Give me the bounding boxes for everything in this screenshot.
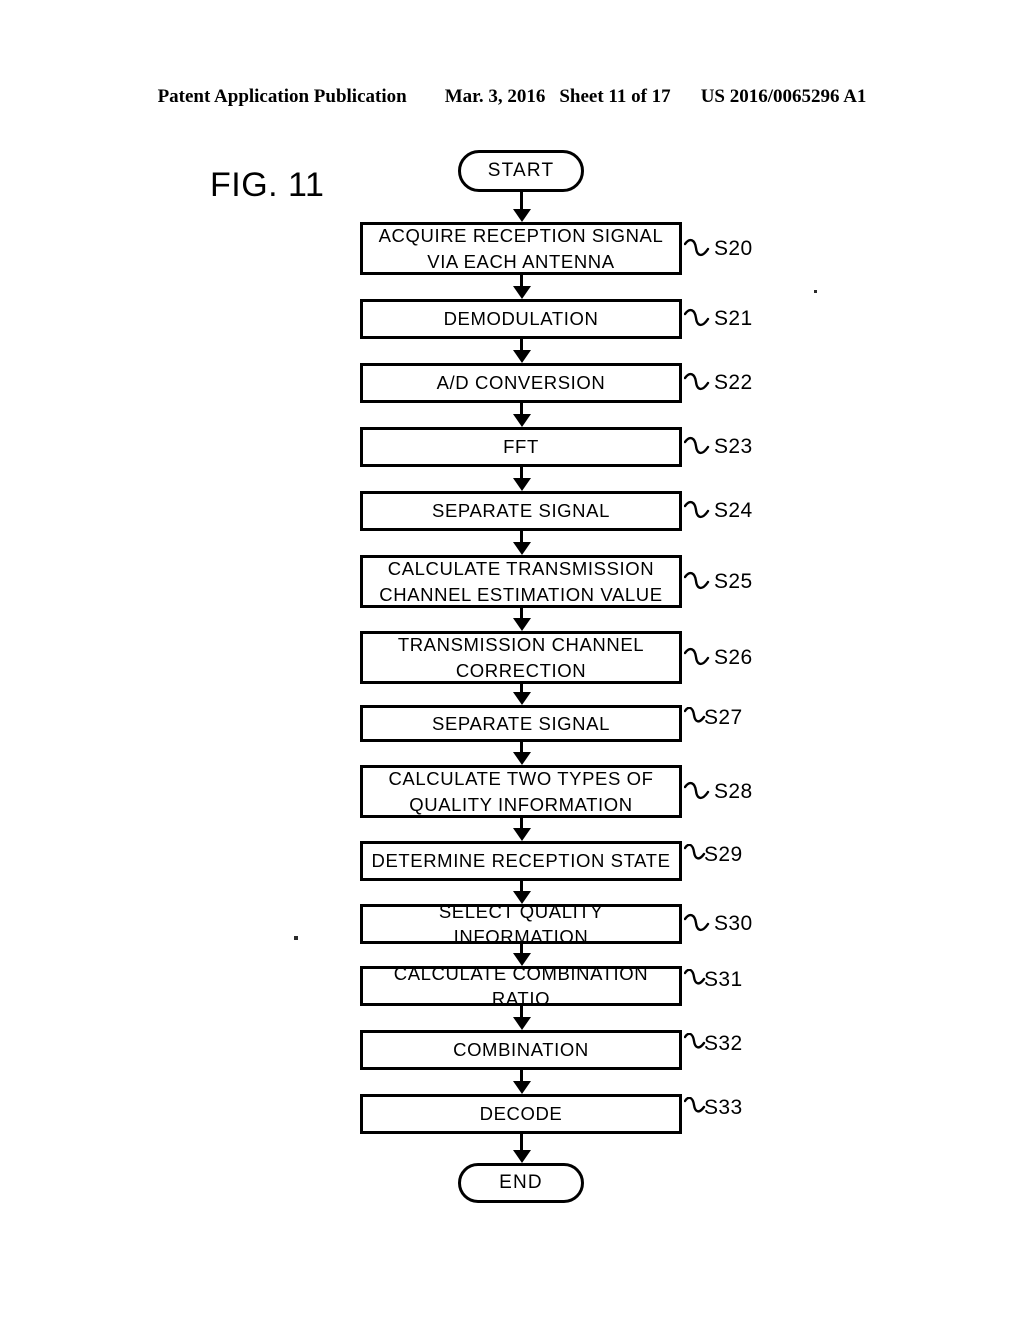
flowchart-diagram: START ACQUIRE RECEPTION SIGNAL VIA EACH AN… bbox=[0, 0, 1024, 1320]
leader-squiggle-icon bbox=[684, 372, 710, 391]
step-reference-label: S27 bbox=[704, 705, 743, 729]
process-box-label: SEPARATE SIGNAL bbox=[432, 712, 610, 734]
arrowhead-icon bbox=[513, 618, 531, 631]
process-box-s20: ACQUIRE RECEPTION SIGNAL VIA EACH ANTENNA bbox=[360, 222, 682, 275]
end-terminator: END bbox=[458, 1163, 584, 1203]
leader-squiggle-icon bbox=[684, 647, 710, 665]
scan-speck-artifact bbox=[294, 936, 298, 940]
process-box-label: SELECT QUALITY INFORMATION bbox=[438, 900, 604, 947]
process-box-s23: FFT bbox=[360, 427, 682, 467]
connector-s22-to-s23 bbox=[513, 403, 531, 427]
start-terminator-label: START bbox=[487, 160, 555, 181]
step-reference-label: S21 bbox=[714, 307, 753, 330]
process-box-s31: CALCULATE COMBINATION RATIO bbox=[360, 963, 682, 1009]
arrowhead-icon bbox=[513, 828, 531, 841]
process-box-s26: TRANSMISSION CHANNEL CORRECTION bbox=[360, 631, 682, 684]
connector-s28-to-s29 bbox=[513, 818, 531, 841]
leader-squiggle-icon bbox=[684, 913, 710, 932]
step-reference-label: S22 bbox=[714, 371, 753, 394]
step-reference-label: S32 bbox=[704, 1032, 743, 1055]
step-reference-label: S20 bbox=[714, 236, 753, 260]
process-box-s24: SEPARATE SIGNAL bbox=[360, 491, 682, 531]
connector-s26-to-s27 bbox=[513, 684, 531, 705]
process-box-label: DEMODULATION bbox=[443, 308, 599, 330]
arrowhead-icon bbox=[513, 542, 531, 555]
end-terminator-label: END bbox=[499, 1172, 543, 1193]
arrowhead-icon bbox=[513, 1081, 531, 1094]
process-box-label: A/D CONVERSION bbox=[436, 372, 606, 394]
step-reference-label: S29 bbox=[704, 843, 743, 866]
connector-s31-to-s32 bbox=[513, 1006, 531, 1030]
process-box-s29: DETERMINE RECEPTION STATE bbox=[360, 841, 682, 881]
process-box-label: CALCULATE TRANSMISSION CHANNEL ESTIMATION… bbox=[379, 558, 663, 605]
process-box-s25: CALCULATE TRANSMISSION CHANNEL ESTIMATION… bbox=[360, 555, 682, 608]
arrowhead-icon bbox=[513, 692, 531, 705]
step-reference-label: S33 bbox=[704, 1096, 743, 1119]
process-box-label: TRANSMISSION CHANNEL CORRECTION bbox=[397, 634, 645, 681]
process-box-label: ACQUIRE RECEPTION SIGNAL VIA EACH ANTENNA bbox=[378, 225, 664, 272]
process-box-s22: A/D CONVERSION bbox=[360, 363, 682, 403]
process-box-label: SEPARATE SIGNAL bbox=[432, 500, 610, 522]
leader-squiggle-icon bbox=[684, 781, 710, 799]
process-box-label: CALCULATE TWO TYPES OF QUALITY INFORMATIO… bbox=[388, 768, 654, 815]
step-reference-label: S25 bbox=[714, 569, 753, 593]
leader-squiggle-icon bbox=[684, 436, 710, 455]
scan-speck-artifact bbox=[814, 290, 817, 293]
step-reference-label: S28 bbox=[714, 779, 753, 803]
connector-s27-to-s28 bbox=[513, 742, 531, 765]
arrowhead-icon bbox=[513, 350, 531, 363]
step-reference-label: S30 bbox=[714, 912, 753, 935]
leader-squiggle-icon bbox=[684, 500, 710, 519]
step-reference-label: S24 bbox=[714, 499, 753, 522]
process-box-label: COMBINATION bbox=[453, 1039, 589, 1061]
leader-squiggle-icon bbox=[684, 308, 710, 327]
connector-s23-to-s24 bbox=[513, 467, 531, 491]
arrowhead-icon bbox=[513, 478, 531, 491]
process-box-s21: DEMODULATION bbox=[360, 299, 682, 339]
connector-s20-to-s21 bbox=[513, 275, 531, 299]
step-reference-label: S31 bbox=[704, 968, 743, 991]
arrowhead-icon bbox=[513, 414, 531, 427]
process-box-s28: CALCULATE TWO TYPES OF QUALITY INFORMATIO… bbox=[360, 765, 682, 818]
connector-stem bbox=[520, 192, 523, 210]
connector-s33-to-end bbox=[513, 1134, 531, 1163]
arrowhead-icon bbox=[513, 209, 531, 222]
process-box-s32: COMBINATION bbox=[360, 1030, 682, 1070]
connector-s32-to-s33 bbox=[513, 1070, 531, 1094]
leader-squiggle-icon bbox=[684, 571, 710, 589]
connector-s25-to-s26 bbox=[513, 608, 531, 631]
arrowhead-icon bbox=[513, 1150, 531, 1163]
process-box-s30: SELECT QUALITY INFORMATION bbox=[360, 901, 682, 947]
process-box-s33: DECODE bbox=[360, 1094, 682, 1134]
step-reference-label: S23 bbox=[714, 435, 753, 458]
connector-s24-to-s25 bbox=[513, 531, 531, 555]
process-box-label: FFT bbox=[503, 436, 539, 458]
leader-squiggle-icon bbox=[684, 238, 710, 256]
process-box-label: DECODE bbox=[479, 1103, 563, 1125]
process-box-s27: SEPARATE SIGNAL bbox=[360, 705, 682, 742]
process-box-label: CALCULATE COMBINATION RATIO bbox=[393, 962, 649, 1009]
connector-start-to-s20 bbox=[513, 192, 531, 222]
connector-stem bbox=[520, 1134, 523, 1151]
step-reference-label: S26 bbox=[714, 645, 753, 669]
start-terminator: START bbox=[458, 150, 584, 192]
arrowhead-icon bbox=[513, 752, 531, 765]
process-box-label: DETERMINE RECEPTION STATE bbox=[371, 850, 671, 872]
arrowhead-icon bbox=[513, 1017, 531, 1030]
connector-s21-to-s22 bbox=[513, 339, 531, 363]
arrowhead-icon bbox=[513, 286, 531, 299]
